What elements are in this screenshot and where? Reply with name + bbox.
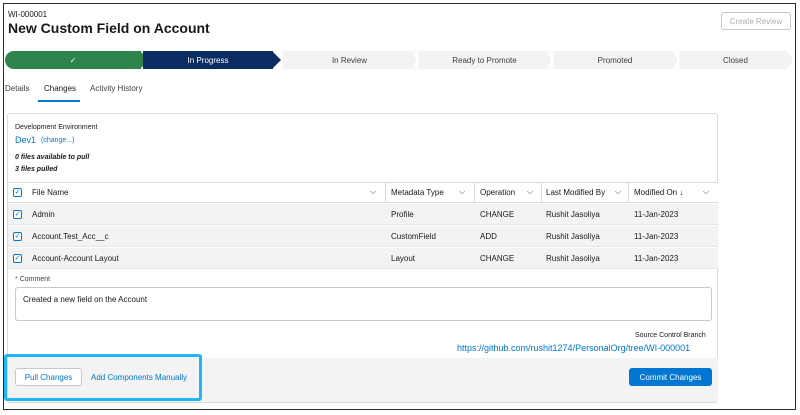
cell-last-modified-by: Rushit Jasoliya xyxy=(546,210,600,219)
cell-file-name: Account.Test_Acc__c xyxy=(32,232,109,241)
chevron-down-icon[interactable]: ⌵ xyxy=(459,187,465,197)
required-marker: * xyxy=(15,276,18,283)
chevron-down-icon[interactable]: ⌵ xyxy=(615,187,621,197)
column-header-operation[interactable]: Operation xyxy=(480,188,515,197)
cell-modified-on: 11-Jan-2023 xyxy=(634,210,679,219)
row-checkbox[interactable]: ✓ xyxy=(13,232,22,241)
comment-textarea[interactable] xyxy=(15,287,712,321)
column-divider xyxy=(628,183,629,202)
cell-metadata-type: Profile xyxy=(391,210,414,219)
stage-separators xyxy=(412,51,681,69)
page-title: New Custom Field on Account xyxy=(8,20,210,36)
commit-changes-button[interactable]: Commit Changes xyxy=(629,368,712,386)
tab-activity-history[interactable]: Activity History xyxy=(90,84,142,93)
tab-changes[interactable]: Changes xyxy=(44,84,76,93)
cell-last-modified-by: Rushit Jasoliya xyxy=(546,254,600,263)
files-pulled-text: 3 files pulled xyxy=(15,166,58,173)
files-available-text: 0 files available to pull xyxy=(15,154,90,161)
chevron-down-icon[interactable]: ⌵ xyxy=(370,187,376,197)
cell-file-name: Admin xyxy=(32,210,55,219)
stage-path: ✓ In Progress In Review Ready to Promote… xyxy=(5,51,792,69)
highlight-box xyxy=(4,354,202,401)
cell-file-name: Account-Account Layout xyxy=(32,254,119,263)
chevron-down-icon[interactable]: ⌵ xyxy=(527,187,533,197)
source-control-branch-link[interactable]: https://github.com/rushit1274/PersonalOr… xyxy=(457,343,690,353)
cell-modified-on: 11-Jan-2023 xyxy=(634,254,679,263)
source-control-label: Source Control Branch xyxy=(635,332,706,339)
table-header: ✓ File Name ⌵ Metadata Type ⌵ Operation … xyxy=(8,182,718,203)
cell-operation: CHANGE xyxy=(480,210,515,219)
change-environment-link[interactable]: (change...) xyxy=(41,137,74,144)
cell-operation: CHANGE xyxy=(480,254,515,263)
cell-operation: ADD xyxy=(480,232,497,241)
column-header-last-modified-by[interactable]: Last Modified By xyxy=(546,188,605,197)
record-id: WI-000001 xyxy=(8,10,48,19)
column-divider xyxy=(541,183,542,202)
column-divider xyxy=(385,183,386,202)
environment-name[interactable]: Dev1 xyxy=(15,135,36,145)
table-row[interactable]: ✓ Account-Account Layout Layout CHANGE R… xyxy=(8,248,718,269)
cell-modified-on: 11-Jan-2023 xyxy=(634,232,679,241)
active-tab-indicator xyxy=(38,100,80,102)
row-checkbox[interactable]: ✓ xyxy=(13,254,22,263)
comment-value[interactable]: Created a new field on the Account xyxy=(23,295,147,304)
cell-last-modified-by: Rushit Jasoliya xyxy=(546,232,600,241)
column-header-modified-on[interactable]: Modified On ↓ xyxy=(634,188,683,197)
comment-label: * Comment xyxy=(15,276,50,283)
column-header-metadata-type[interactable]: Metadata Type xyxy=(391,188,444,197)
column-header-file-name[interactable]: File Name xyxy=(32,188,68,197)
select-all-checkbox[interactable]: ✓ xyxy=(13,188,22,197)
table-row[interactable]: ✓ Admin Profile CHANGE Rushit Jasoliya 1… xyxy=(8,204,718,225)
cell-metadata-type: CustomField xyxy=(391,232,436,241)
table-row[interactable]: ✓ Account.Test_Acc__c CustomField ADD Ru… xyxy=(8,226,718,247)
row-checkbox[interactable]: ✓ xyxy=(13,210,22,219)
create-review-button[interactable]: Create Review xyxy=(721,12,791,30)
column-divider xyxy=(474,183,475,202)
comment-label-text: Comment xyxy=(19,276,51,283)
cell-metadata-type: Layout xyxy=(391,254,416,263)
chevron-down-icon[interactable]: ⌵ xyxy=(703,187,709,197)
environment-label: Development Environment xyxy=(15,124,98,131)
tab-details[interactable]: Details xyxy=(5,84,29,93)
